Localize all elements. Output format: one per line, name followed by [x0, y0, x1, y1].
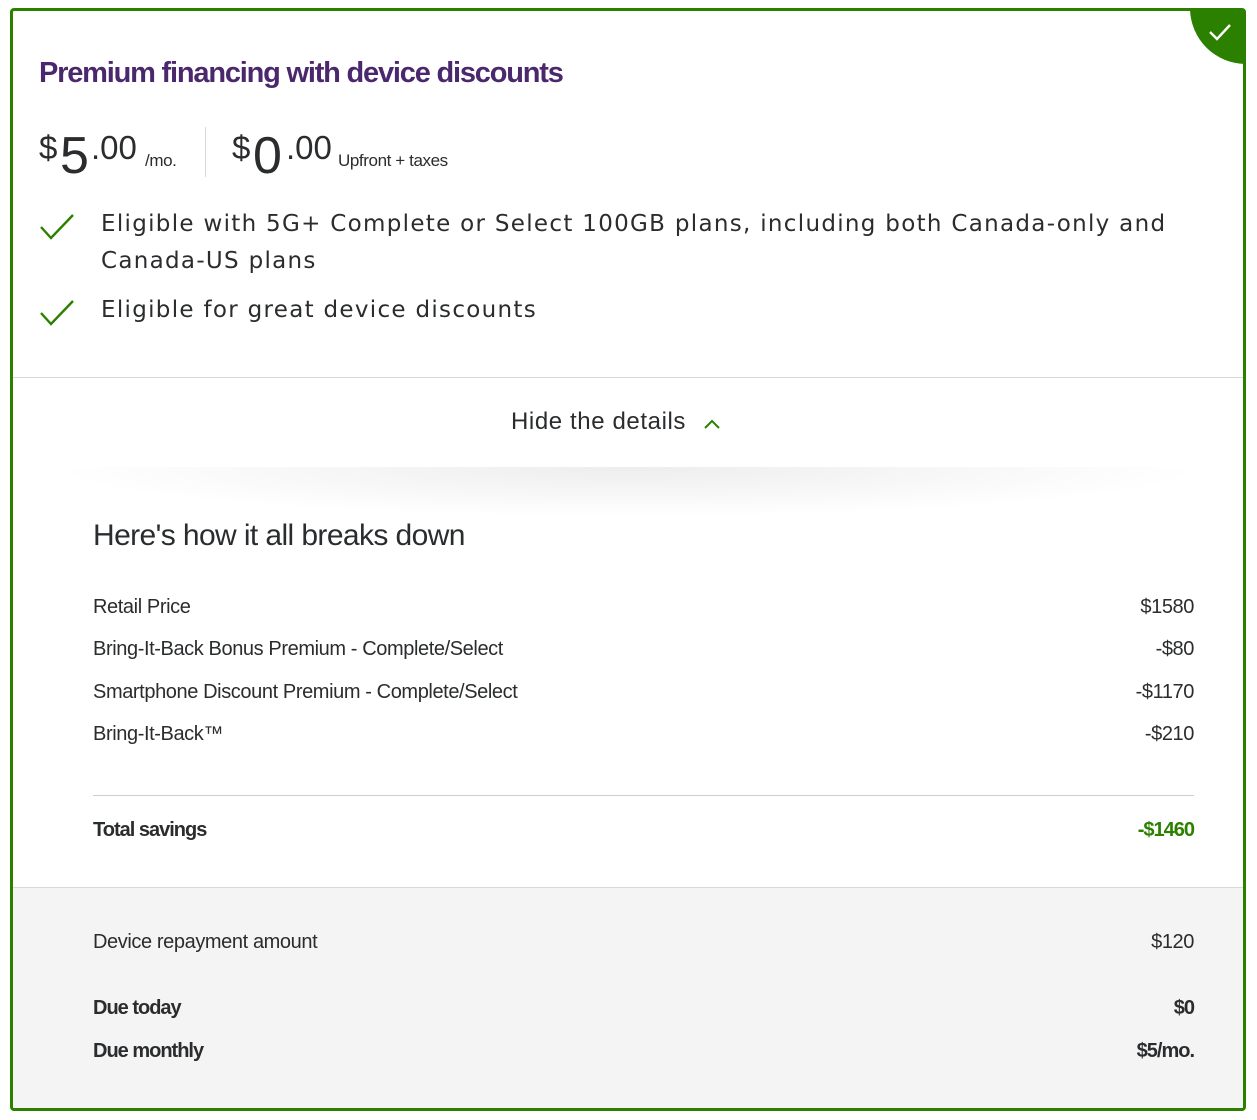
due-monthly-value: $5/mo. [1136, 1040, 1195, 1062]
upfront-dollars: 0 [253, 127, 282, 185]
due-today-row: Due today $0 [93, 997, 1195, 1027]
due-today-value: $0 [1173, 997, 1195, 1019]
upfront-cents: .00 [286, 129, 332, 166]
divider [93, 795, 1194, 796]
breakdown-title: Here's how it all breaks down [93, 519, 465, 552]
feature-item: Eligible with 5G+ Complete or Select 100… [39, 206, 1219, 280]
financing-option-card[interactable]: Premium financing with device discounts … [10, 8, 1246, 1111]
offer-title: Premium financing with device discounts [39, 57, 564, 89]
feature-text: Eligible for great device discounts [101, 297, 538, 323]
toggle-label: Hide the details [511, 408, 687, 435]
feature-item: Eligible for great device discounts [39, 292, 1219, 329]
upfront-unit: Upfront + taxes [338, 151, 448, 170]
due-today-label: Due today [93, 997, 182, 1019]
feature-text: Eligible with 5G+ Complete or Select 100… [101, 211, 1167, 274]
row-label: Retail Price [93, 596, 191, 618]
row-value: $1580 [1140, 596, 1194, 618]
breakdown-row: Retail Price $1580 [93, 596, 1194, 626]
due-monthly-label: Due monthly [93, 1040, 204, 1062]
check-icon [40, 214, 74, 240]
row-value: -$80 [1155, 638, 1195, 660]
row-label: Bring-It-Back™ [93, 723, 223, 745]
monthly-cents: .00 [91, 129, 137, 166]
repayment-row: Device repayment amount $120 [93, 931, 1194, 961]
section-shadow [43, 467, 1213, 517]
total-savings-row: Total savings -$1460 [93, 819, 1195, 849]
due-monthly-row: Due monthly $5/mo. [93, 1040, 1195, 1070]
repayment-value: $120 [1151, 931, 1194, 953]
upfront-currency: $ [232, 129, 251, 166]
breakdown-row: Bring-It-Back™ -$210 [93, 723, 1194, 753]
check-icon [1209, 24, 1231, 41]
breakdown-row: Bring-It-Back Bonus Premium - Complete/S… [93, 638, 1194, 668]
row-label: Smartphone Discount Premium - Complete/S… [93, 681, 518, 703]
row-value: -$1170 [1135, 681, 1195, 703]
feature-list: Eligible with 5G+ Complete or Select 100… [39, 206, 1219, 341]
selected-badge [1190, 11, 1243, 64]
breakdown-row: Smartphone Discount Premium - Complete/S… [93, 681, 1194, 711]
total-savings-label: Total savings [93, 819, 207, 841]
monthly-currency: $ [39, 129, 58, 166]
monthly-dollars: 5 [60, 127, 89, 185]
row-label: Bring-It-Back Bonus Premium - Complete/S… [93, 638, 503, 660]
chevron-up-icon [704, 419, 720, 429]
row-value: -$210 [1144, 723, 1195, 745]
price-divider [205, 127, 206, 177]
hide-details-toggle[interactable]: Hide the details [13, 377, 1243, 475]
check-icon [40, 300, 74, 326]
repayment-label: Device repayment amount [93, 931, 318, 953]
total-savings-value: -$1460 [1137, 819, 1195, 841]
monthly-unit: /mo. [145, 151, 177, 170]
